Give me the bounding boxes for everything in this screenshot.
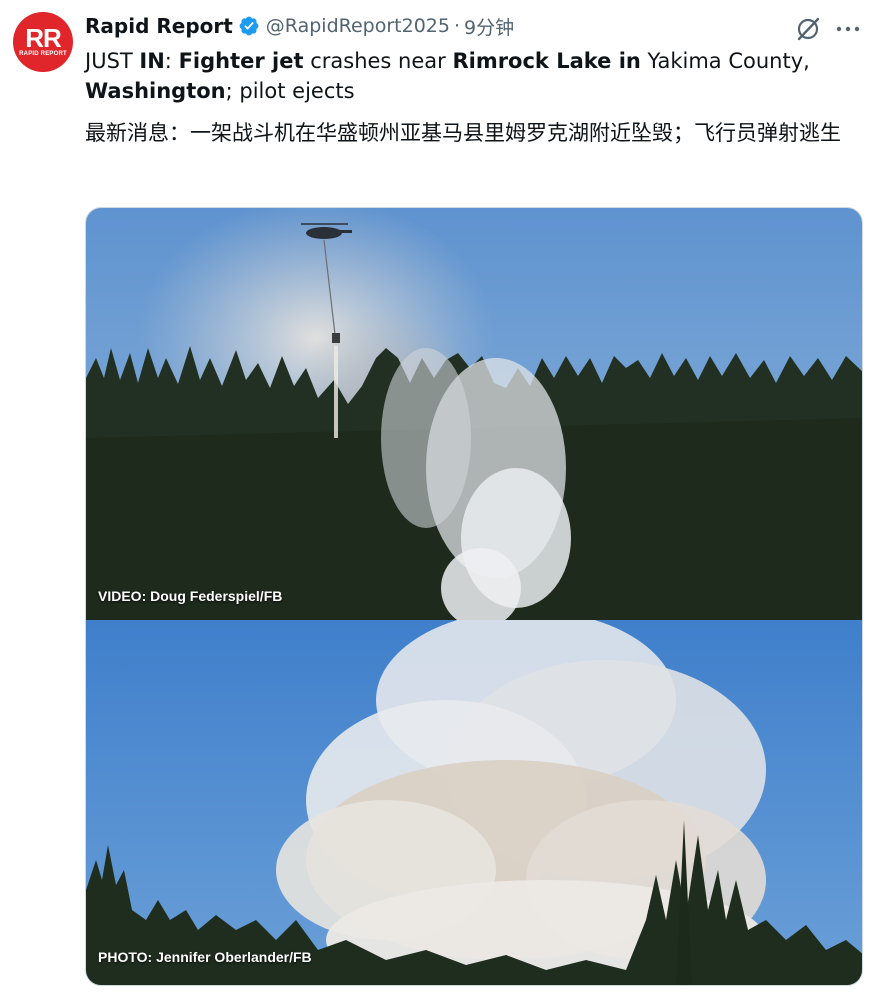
separator-dot: · (453, 15, 461, 37)
timestamp[interactable]: 9分钟 (464, 13, 514, 40)
text-segment: Yakima County, (640, 49, 810, 73)
text-segment: ; pilot ejects (225, 79, 355, 103)
text-segment-bold: Fighter jet (178, 49, 304, 73)
photo-forest-smoke[interactable] (86, 620, 863, 986)
text-segment-bold: IN (139, 49, 165, 73)
tweet-text: JUST IN: Fighter jet crashes near Rimroc… (85, 46, 865, 106)
verified-badge-icon (239, 16, 259, 36)
grok-icon[interactable] (795, 16, 821, 42)
text-segment-bold: Rimrock Lake in (452, 49, 641, 73)
video-thumbnail-forest-smoke[interactable] (86, 208, 863, 620)
display-name[interactable]: Rapid Report (85, 14, 233, 38)
tweet-media[interactable]: VIDEO: Doug Federspiel/FB PHOTO: Jennife… (85, 207, 863, 986)
text-segment: crashes near (303, 49, 453, 73)
video-credit: VIDEO: Doug Federspiel/FB (98, 588, 283, 604)
avatar[interactable]: RR RAPID REPORT (13, 12, 73, 72)
more-icon[interactable] (835, 22, 861, 36)
text-segment: JUST (85, 49, 140, 73)
photo-credit: PHOTO: Jennifer Oberlander/FB (98, 949, 312, 965)
handle[interactable]: @RapidReport2025 (266, 15, 450, 37)
translation-text: 最新消息：一架战斗机在华盛顿州亚基马县里姆罗克湖附近坠毁；飞行员弹射逃生 (85, 121, 841, 145)
avatar-subtext: RAPID REPORT (19, 51, 67, 57)
text-segment-bold: Washington (85, 79, 226, 103)
tweet-header: Rapid Report @RapidReport2025 · 9分钟 (85, 11, 514, 41)
text-segment: : (164, 49, 179, 73)
avatar-initials: RR (25, 23, 62, 53)
